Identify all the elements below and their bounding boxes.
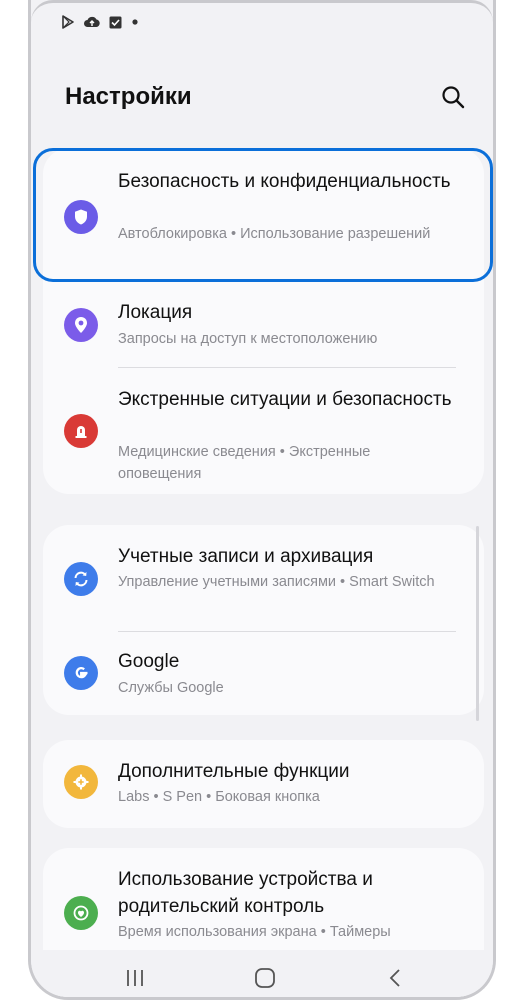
home-icon — [255, 968, 275, 988]
item-subtitle: Запросы на доступ к местоположению — [118, 331, 378, 347]
search-button[interactable] — [433, 77, 473, 117]
cloud-upload-icon — [84, 16, 100, 27]
item-title: Дополнительные функции — [118, 761, 350, 782]
item-title: Экстренные ситуации и безопасность — [118, 389, 452, 410]
selection-highlight — [33, 148, 493, 282]
recent-apps-button[interactable] — [115, 964, 155, 992]
google-icon — [64, 656, 98, 690]
phone-frame: Настройки Безопасность и конфиденциально… — [28, 0, 496, 1000]
settings-item-digital-wellbeing[interactable]: Использование устройства и родительский … — [43, 848, 484, 948]
settings-item-accounts-backup[interactable]: Учетные записи и архивация Управление уч… — [43, 525, 484, 632]
location-pin-icon — [64, 308, 98, 342]
back-button[interactable] — [375, 964, 415, 992]
home-button[interactable] — [245, 964, 285, 992]
settings-item-emergency[interactable]: Экстренные ситуации и безопасность Медиц… — [43, 368, 484, 494]
header: Настройки — [65, 72, 473, 122]
scrollbar[interactable] — [476, 526, 479, 721]
item-title: Локация — [118, 302, 193, 323]
item-subtitle: Службы Google — [118, 680, 224, 696]
navigation-bar — [31, 950, 493, 997]
item-subtitle: Медицинские сведения • Экстренные оповещ… — [118, 444, 371, 482]
item-subtitle: Labs • S Pen • Боковая кнопка — [118, 789, 320, 805]
recent-apps-icon — [127, 970, 143, 986]
wellbeing-icon — [64, 896, 98, 930]
play-store-icon — [62, 15, 74, 29]
settings-group-advanced: Дополнительные функции Labs • S Pen • Бо… — [43, 740, 484, 828]
settings-item-google[interactable]: Google Службы Google — [43, 632, 484, 715]
page-title: Настройки — [65, 83, 192, 110]
back-chevron-icon — [389, 969, 400, 987]
item-title: Использование устройства и родительский … — [118, 869, 373, 917]
status-bar — [61, 12, 140, 32]
item-subtitle: Время использования экрана • Таймеры — [118, 924, 391, 940]
item-title: Учетные записи и архивация — [118, 546, 374, 567]
settings-item-advanced-features[interactable]: Дополнительные функции Labs • S Pen • Бо… — [43, 740, 484, 828]
item-title: Google — [118, 651, 180, 672]
search-icon — [442, 86, 465, 109]
emergency-light-icon — [64, 414, 98, 448]
checkbox-icon — [109, 16, 122, 28]
settings-group-accounts: Учетные записи и архивация Управление уч… — [43, 525, 484, 715]
settings-item-location[interactable]: Локация Запросы на доступ к местоположен… — [43, 282, 484, 368]
gear-plus-icon — [64, 765, 98, 799]
item-subtitle: Управление учетными записями • Smart Swi… — [118, 574, 435, 590]
sync-icon — [64, 562, 98, 596]
notification-dot-icon — [132, 19, 138, 25]
